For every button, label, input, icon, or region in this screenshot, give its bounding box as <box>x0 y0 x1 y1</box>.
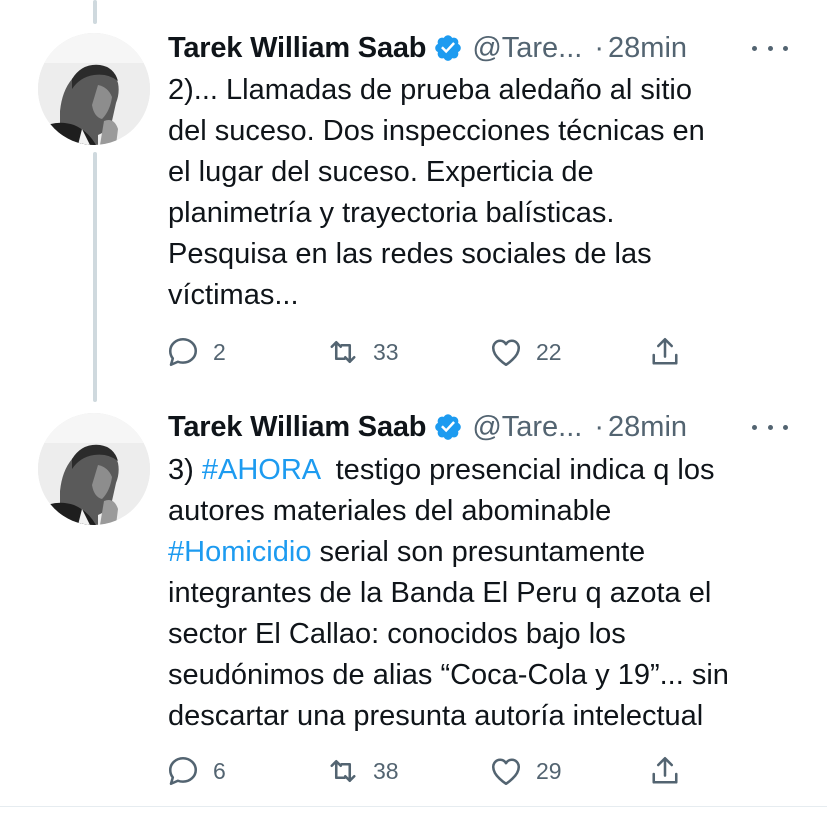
avatar[interactable] <box>38 413 150 525</box>
share-icon <box>652 756 678 784</box>
tweet-text-line: 3) #AHORA testigo presencial indica q lo… <box>168 450 808 491</box>
timestamp[interactable]: 28min <box>608 32 687 65</box>
reply-icon <box>168 756 198 786</box>
hashtag-link[interactable]: #Homicidio <box>168 536 311 568</box>
tweet-text: 2)... Llamadas de prueba aledaño al siti… <box>168 70 808 316</box>
tweet-text-line: el lugar del suceso. Experticia de <box>168 156 594 188</box>
author-name[interactable]: Tarek William Saab <box>168 411 427 444</box>
tweet-text-segment: 3) <box>168 454 202 486</box>
tweet-text-line: descartar una presunta autoría intelectu… <box>168 700 704 732</box>
tweet-header: Tarek William Saab @Tare... · 28min <box>168 407 687 447</box>
tweet[interactable]: Tarek William Saab @Tare... · 28min 3) #… <box>0 400 827 806</box>
retweet-button[interactable]: 38 <box>325 751 399 791</box>
retweet-icon <box>330 340 356 364</box>
tweet-text-line: víctimas... <box>168 279 299 311</box>
tweet-text-segment: testigo presencial indica q los <box>319 454 715 486</box>
share-button[interactable] <box>647 751 683 791</box>
tweet-text-line: #Homicidio serial son presuntamente <box>168 532 808 573</box>
hashtag-link[interactable]: #AHORA <box>202 454 320 486</box>
share-icon <box>652 337 678 365</box>
tweet-text-line: autores materiales del abominable <box>168 495 612 527</box>
more-icon[interactable] <box>752 33 788 63</box>
like-icon <box>491 758 521 786</box>
tweet-text-segment: serial son presuntamente <box>311 536 646 568</box>
reply-count: 2 <box>213 338 226 365</box>
tweet-text-line: sector El Callao: conocidos bajo los <box>168 618 626 650</box>
share-button[interactable] <box>647 332 683 372</box>
divider <box>0 806 827 807</box>
like-icon <box>491 339 521 367</box>
verified-badge-icon <box>433 33 463 63</box>
tweet-text-line: del suceso. Dos inspecciones técnicas en <box>168 115 705 147</box>
author-handle[interactable]: @Tare... <box>472 411 582 444</box>
separator-dot: · <box>594 31 605 64</box>
reply-button[interactable]: 6 <box>165 751 226 791</box>
avatar-photo <box>38 413 150 525</box>
like-button[interactable]: 22 <box>488 332 562 372</box>
tweet[interactable]: Tarek William Saab @Tare... · 28min 2)..… <box>0 0 827 400</box>
retweet-count: 38 <box>373 757 399 784</box>
tweet-text-line: integrantes de la Banda El Peru q azota … <box>168 577 712 609</box>
like-count: 22 <box>536 338 562 365</box>
author-handle[interactable]: @Tare... <box>472 32 582 65</box>
reply-button[interactable]: 2 <box>165 332 226 372</box>
reply-count: 6 <box>213 757 226 784</box>
author-name[interactable]: Tarek William Saab <box>168 32 427 65</box>
like-count: 29 <box>536 757 562 784</box>
retweet-count: 33 <box>373 338 399 365</box>
tweet-text-line: 2)... Llamadas de prueba aledaño al siti… <box>168 74 692 106</box>
retweet-icon <box>330 759 356 783</box>
tweet-text-line: seudónimos de alias “Coca-Cola y 19”... … <box>168 659 729 691</box>
timestamp[interactable]: 28min <box>608 411 687 444</box>
retweet-button[interactable]: 33 <box>325 332 399 372</box>
avatar-photo <box>38 33 150 145</box>
more-icon[interactable] <box>752 412 788 442</box>
reply-icon <box>168 337 198 367</box>
verified-badge-icon <box>433 412 463 442</box>
like-button[interactable]: 29 <box>488 751 562 791</box>
tweet-text: 3) #AHORA testigo presencial indica q lo… <box>168 450 808 737</box>
avatar[interactable] <box>38 33 150 145</box>
tweet-text-line: planimetría y trayectoria balísticas. <box>168 197 615 229</box>
tweet-header: Tarek William Saab @Tare... · 28min <box>168 28 687 68</box>
separator-dot: · <box>594 410 605 443</box>
tweet-text-line: Pesquisa en las redes sociales de las <box>168 238 652 270</box>
